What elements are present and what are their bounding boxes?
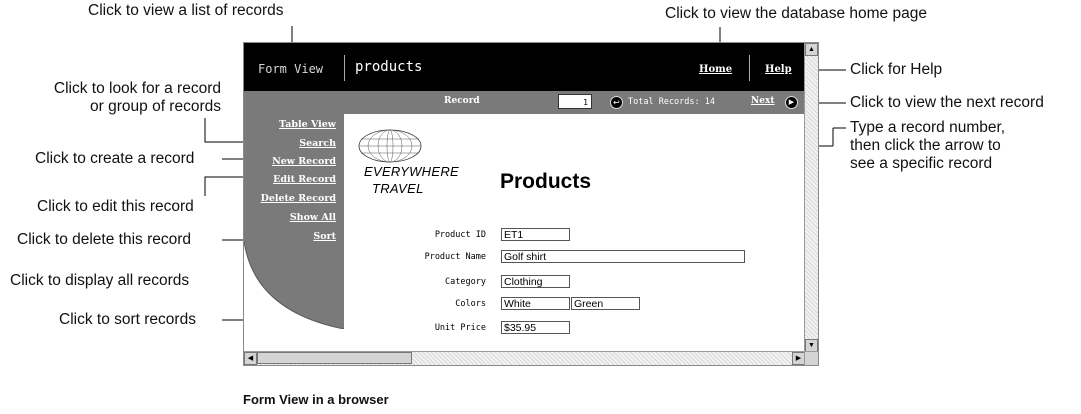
header-divider-2: [749, 55, 750, 81]
brand-line-1: EVERYWHERE: [364, 164, 459, 179]
callout-edit-record: Click to edit this record: [37, 198, 194, 215]
field-label-colors: Colors: [455, 299, 486, 309]
sidebar-item-search[interactable]: Search: [299, 138, 336, 149]
browser-window: Form View products Home Help Record 1 ↩ …: [243, 42, 819, 366]
horizontal-scrollbar[interactable]: ◀ ▶: [244, 351, 805, 365]
next-arrow-icon[interactable]: ▶: [785, 96, 798, 109]
callout-next: Click to view the next record: [850, 94, 1044, 111]
callout-record-number-line2: then click the arrow to: [850, 137, 1001, 154]
field-label-product-name: Product Name: [424, 252, 486, 262]
callout-table-view: Click to view a list of records: [88, 2, 284, 19]
sidebar-curve-decoration: [244, 241, 344, 329]
scroll-left-icon[interactable]: ◀: [244, 352, 257, 365]
callout-new-record: Click to create a record: [35, 150, 195, 167]
callout-delete-record: Click to delete this record: [17, 231, 192, 248]
figure-caption: Form View in a browser: [243, 392, 389, 407]
record-navigation-bar: Record 1 ↩ Total Records: 14 Next ▶: [344, 91, 818, 114]
callout-show-all: Click to display all records: [10, 272, 190, 289]
field-label-unit-price: Unit Price: [434, 323, 486, 333]
go-arrow-icon[interactable]: ↩: [610, 96, 623, 109]
brand-line-2: TRAVEL: [372, 181, 424, 196]
scroll-up-icon[interactable]: ▲: [805, 43, 818, 56]
sidebar-item-new-record[interactable]: New Record: [272, 156, 336, 167]
callout-search-line1: Click to look for a record: [53, 80, 221, 97]
sidebar-item-table-view[interactable]: Table View: [279, 119, 336, 130]
sidebar-item-delete-record[interactable]: Delete Record: [261, 193, 336, 204]
view-label: Form View: [258, 62, 324, 76]
record-number-input[interactable]: 1: [558, 94, 592, 109]
horizontal-scroll-thumb[interactable]: [257, 352, 412, 364]
category-field[interactable]: Clothing: [501, 275, 570, 288]
color-field-2[interactable]: Green: [571, 297, 640, 310]
page-title: Products: [500, 170, 592, 193]
sidebar-item-show-all[interactable]: Show All: [290, 212, 336, 223]
table-name: products: [355, 59, 423, 75]
unit-price-field[interactable]: $35.95: [501, 321, 570, 334]
field-label-category: Category: [445, 277, 486, 287]
callout-sort: Click to sort records: [59, 311, 196, 328]
home-link[interactable]: Home: [699, 64, 732, 75]
help-link[interactable]: Help: [765, 64, 792, 75]
scrollbar-corner: [804, 351, 818, 365]
product-id-field[interactable]: ET1: [501, 228, 570, 241]
callout-record-number-line3: see a specific record: [850, 155, 993, 172]
header-divider: [344, 55, 345, 81]
header-bar: Form View products Home Help: [244, 43, 818, 91]
vertical-scrollbar[interactable]: ▲ ▼: [804, 43, 818, 352]
callout-home: Click to view the database home page: [665, 5, 927, 22]
callout-search-line2: or group of records: [90, 98, 221, 115]
color-field-1[interactable]: White: [501, 297, 570, 310]
product-name-field[interactable]: Golf shirt: [501, 250, 745, 263]
callout-record-number-line1: Type a record number,: [850, 119, 1006, 136]
field-label-product-id: Product ID: [434, 230, 486, 240]
callout-help: Click for Help: [850, 61, 943, 78]
sidebar: Table View Search New Record Edit Record…: [244, 91, 344, 329]
globe-logo-icon: [358, 129, 422, 163]
sidebar-item-edit-record[interactable]: Edit Record: [273, 174, 336, 185]
record-label: Record: [444, 96, 480, 106]
total-records: Total Records: 14: [628, 97, 715, 107]
next-link[interactable]: Next: [751, 96, 774, 106]
